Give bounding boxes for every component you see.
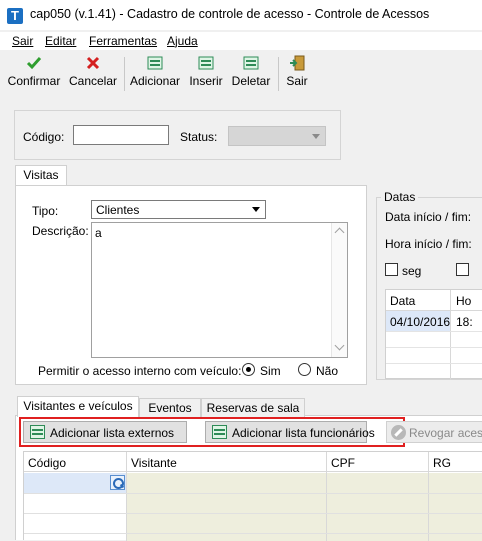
add-row-icon <box>147 55 163 71</box>
checkbox-seg[interactable] <box>385 263 398 276</box>
data-inicio-fim-label: Data início / fim: <box>385 210 472 224</box>
radio-sim-label[interactable]: Sim <box>260 364 281 378</box>
datas-title: Datas <box>381 190 419 204</box>
status-label: Status: <box>180 130 218 144</box>
grid-row-divider <box>24 513 482 514</box>
grid-header-visitante[interactable]: Visitante <box>131 456 177 470</box>
grid-column-divider <box>428 452 429 541</box>
adicionar-button[interactable]: Adicionar <box>130 55 180 93</box>
checkbox-seg-label[interactable]: seg <box>402 264 421 278</box>
menu-ferramentas[interactable]: Ferramentas <box>89 34 157 48</box>
grid-header-data: Data <box>390 294 416 308</box>
chevron-down-icon <box>252 207 260 212</box>
confirmar-button[interactable]: Confirmar <box>6 55 62 93</box>
toolbar-separator <box>278 57 279 91</box>
chevron-up-icon[interactable] <box>334 227 345 238</box>
adicionar-label: Adicionar <box>130 74 181 88</box>
grid-header-codigo[interactable]: Código <box>28 456 66 470</box>
permitir-veiculo-label: Permitir o acesso interno com veículo: <box>38 364 242 378</box>
menu-ajuda[interactable]: Ajuda <box>167 34 198 48</box>
dates-grid: Data Ho 04/10/2016 18: <box>385 289 482 380</box>
tipo-label: Tipo: <box>32 204 59 218</box>
descricao-value: a <box>95 226 102 240</box>
revogar-acesso-button[interactable]: Revogar aces <box>386 421 482 443</box>
sair-button[interactable]: Sair <box>284 55 310 93</box>
chevron-down-icon <box>312 134 320 139</box>
revoke-icon <box>391 425 406 440</box>
window-title: cap050 (v.1.41) - Cadastro de controle d… <box>30 7 430 21</box>
codigo-label: Código: <box>23 130 65 144</box>
grid-column-divider <box>126 452 127 541</box>
insert-row-icon <box>198 55 214 71</box>
search-icon[interactable] <box>110 475 125 490</box>
exit-door-icon <box>289 55 305 71</box>
menu-sair[interactable]: Sair <box>12 34 33 48</box>
deletar-label: Deletar <box>231 74 271 88</box>
codigo-input[interactable] <box>73 125 169 145</box>
cancelar-label: Cancelar <box>68 74 118 88</box>
toolbar: Confirmar Cancelar Adicionar Inserir Del… <box>0 51 482 96</box>
grid-header-rg[interactable]: RG <box>433 456 451 470</box>
highlight-box <box>19 417 405 447</box>
visitantes-grid: Código Visitante CPF RG <box>23 451 482 541</box>
grid-header-cpf[interactable]: CPF <box>331 456 355 470</box>
grid-header-hora: Ho <box>456 294 472 308</box>
tab-visitantes-veiculos[interactable]: Visitantes e veículos <box>17 396 139 417</box>
chevron-down-icon[interactable] <box>334 340 345 351</box>
close-icon <box>85 55 101 71</box>
radio-selected-dot <box>246 367 251 372</box>
tab-reservas-sala[interactable]: Reservas de sala <box>201 398 305 418</box>
grid-row-divider <box>24 533 482 534</box>
radio-nao[interactable] <box>298 363 311 376</box>
grid-column-divider <box>326 452 327 541</box>
grid-header: Código Visitante CPF RG <box>24 452 482 472</box>
checkbox-ter[interactable] <box>456 263 469 276</box>
tab-visitas[interactable]: Visitas <box>15 165 67 186</box>
radio-nao-label[interactable]: Não <box>316 364 338 378</box>
inserir-label: Inserir <box>189 74 223 88</box>
grid-cell-data[interactable]: 04/10/2016 <box>390 315 450 329</box>
check-icon <box>26 55 42 71</box>
tipo-value: Clientes <box>96 203 140 217</box>
tab-eventos[interactable]: Eventos <box>139 398 201 418</box>
grid-row-divider <box>24 493 482 494</box>
descricao-label: Descrição: <box>32 224 89 238</box>
menu-editar[interactable]: Editar <box>45 34 76 48</box>
descricao-scrollbar[interactable] <box>331 223 347 357</box>
app-icon: T <box>7 8 23 24</box>
cancelar-button[interactable]: Cancelar <box>68 55 118 93</box>
revogar-acesso-label: Revogar aces <box>409 426 482 440</box>
toolbar-separator <box>124 57 125 91</box>
tipo-select[interactable]: Clientes <box>91 200 266 219</box>
inserir-button[interactable]: Inserir <box>186 55 226 93</box>
status-select[interactable] <box>228 126 326 146</box>
grid-cell-hora[interactable]: 18: <box>456 315 473 329</box>
confirmar-label: Confirmar <box>7 74 61 88</box>
radio-sim[interactable] <box>242 363 255 376</box>
sair-label: Sair <box>286 74 308 88</box>
delete-row-icon <box>243 55 259 71</box>
hora-inicio-fim-label: Hora início / fim: <box>385 237 472 251</box>
deletar-button[interactable]: Deletar <box>231 55 271 93</box>
descricao-textarea[interactable]: a <box>91 222 348 358</box>
menu-bar: Sair Editar Ferramentas Ajuda <box>0 32 482 50</box>
